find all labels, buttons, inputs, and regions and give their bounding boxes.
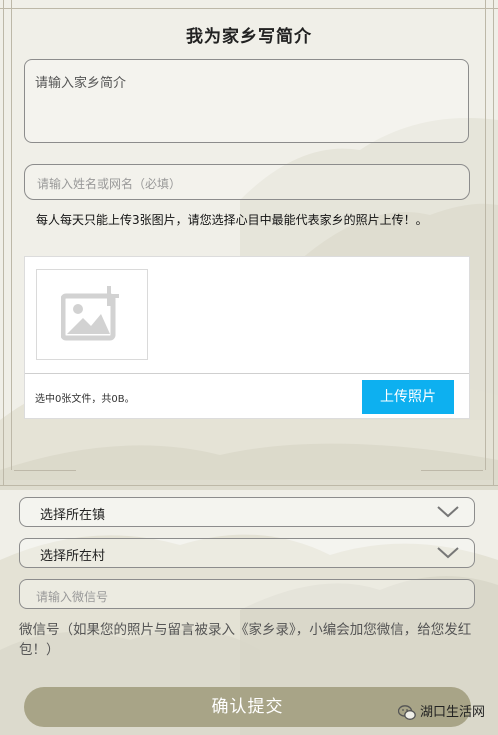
- intro-placeholder: 请输入家乡简介: [35, 76, 127, 91]
- page-title: 我为家乡写简介: [186, 27, 312, 47]
- watermark-text: 湖口生活网: [420, 705, 486, 720]
- upload-notice: 每人每天只能上传3张图片，请您选择心目中最能代表家乡的照片上传！。: [36, 213, 428, 227]
- village-select[interactable]: 选择所在村: [19, 538, 475, 568]
- wechat-id-input[interactable]: 请输入微信号: [19, 579, 475, 609]
- upload-panel-divider: [25, 373, 469, 374]
- town-select-label: 选择所在镇: [40, 508, 106, 523]
- wechat-placeholder: 请输入微信号: [36, 590, 109, 604]
- source-watermark: 湖口生活网: [398, 701, 485, 721]
- town-select[interactable]: 选择所在镇: [19, 497, 475, 527]
- upload-photo-button[interactable]: 上传照片: [362, 380, 454, 414]
- name-input[interactable]: 请输入姓名或网名（必填）: [24, 164, 470, 200]
- file-status-text: 选中0张文件，共0B。: [35, 394, 135, 405]
- chevron-down-icon: [437, 506, 459, 518]
- add-image-icon: [61, 286, 119, 341]
- add-photo-slot[interactable]: [36, 269, 148, 360]
- wechat-icon: [398, 704, 416, 720]
- name-placeholder: 请输入姓名或网名（必填）: [37, 177, 182, 191]
- chevron-down-icon: [437, 547, 459, 559]
- wechat-note: 微信号（如果您的照片与留言被录入《家乡录》，小编会加您微信，给您发红包！）: [19, 622, 472, 658]
- village-select-label: 选择所在村: [40, 549, 106, 564]
- photo-upload-panel: 选中0张文件，共0B。 上传照片: [24, 256, 470, 419]
- form-page: 我为家乡写简介 请输入家乡简介 请输入姓名或网名（必填） 每人每天只能上传3张图…: [0, 0, 498, 735]
- hometown-intro-textarea[interactable]: 请输入家乡简介: [24, 59, 469, 143]
